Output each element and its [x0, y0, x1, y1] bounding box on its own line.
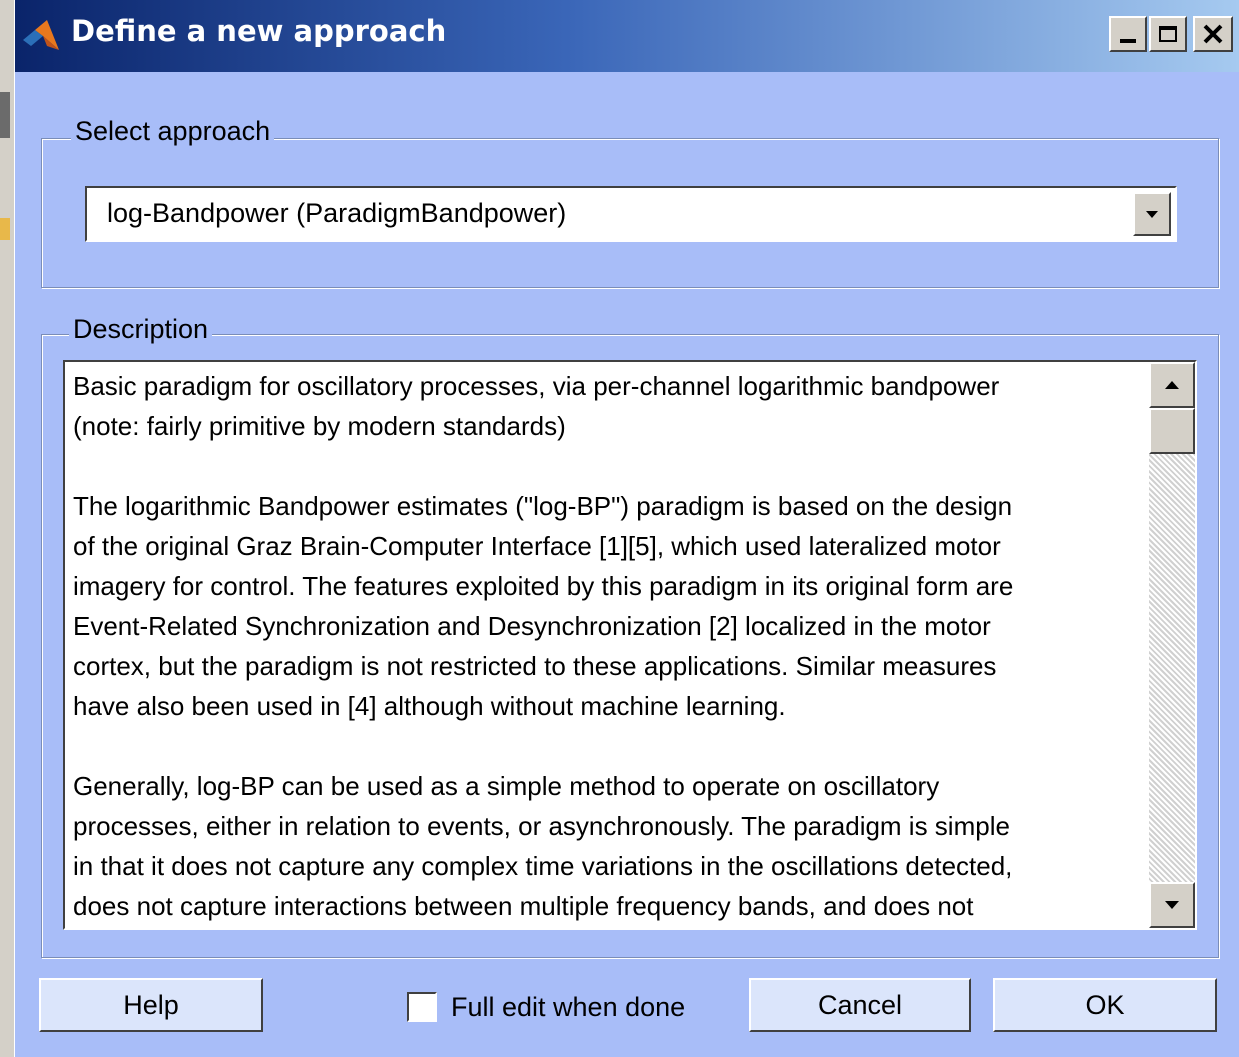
close-icon[interactable] [1193, 16, 1233, 52]
window-title: Define a new approach [71, 14, 447, 48]
select-approach-label: Select approach [71, 116, 275, 147]
cancel-button[interactable]: Cancel [749, 978, 971, 1032]
matlab-logo-icon [23, 20, 59, 50]
scroll-thumb[interactable] [1149, 408, 1195, 454]
define-approach-dialog: Define a new approach Select approach lo… [14, 0, 1239, 1057]
scroll-down-icon[interactable] [1149, 882, 1195, 928]
description-label: Description [69, 314, 213, 345]
ok-button[interactable]: OK [993, 978, 1217, 1032]
description-textbox[interactable]: Basic paradigm for oscillatory processes… [63, 360, 1197, 930]
maximize-icon[interactable] [1149, 16, 1187, 52]
help-button[interactable]: Help [39, 978, 263, 1032]
description-scrollbar[interactable] [1149, 362, 1195, 928]
background-marker [0, 92, 10, 138]
minimize-icon[interactable] [1109, 16, 1147, 52]
background-folder-icon [0, 218, 10, 240]
chevron-down-icon[interactable] [1133, 192, 1171, 236]
full-edit-label: Full edit when done [451, 992, 686, 1022]
approach-selected-value: log-Bandpower (ParadigmBandpower) [107, 198, 567, 228]
approach-select[interactable]: log-Bandpower (ParadigmBandpower) [85, 186, 1177, 242]
full-edit-checkbox[interactable] [407, 992, 437, 1022]
scroll-up-icon[interactable] [1149, 362, 1195, 408]
description-text: Basic paradigm for oscillatory processes… [73, 371, 1014, 921]
title-bar[interactable]: Define a new approach [15, 0, 1239, 72]
background-window-edge [0, 0, 15, 1057]
